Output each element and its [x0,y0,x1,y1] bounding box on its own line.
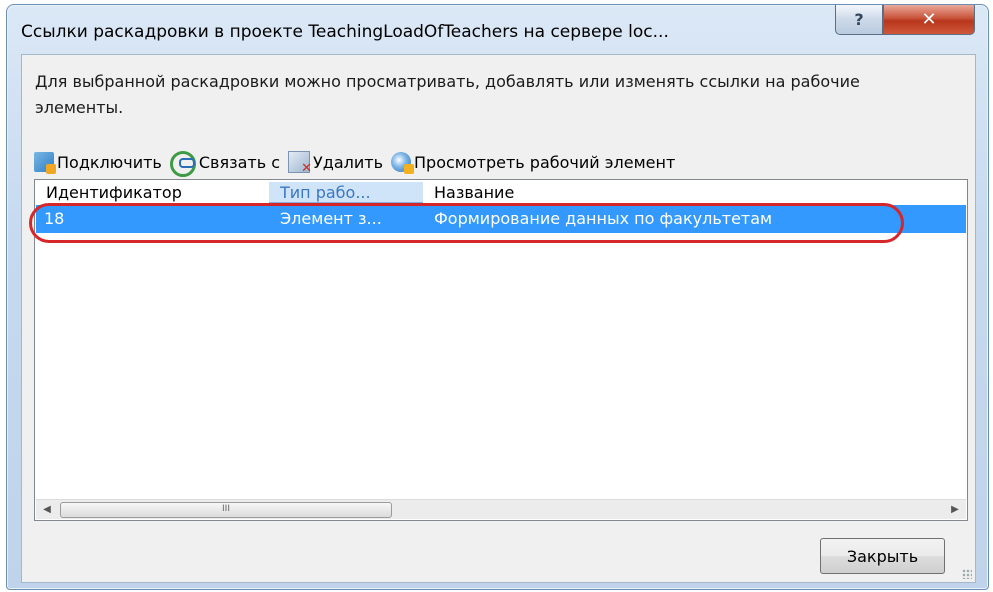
column-headers: Идентификатор Тип рабо... Название [35,180,967,204]
dialog-body: Для выбранной раскадровки можно просматр… [21,54,976,583]
dialog-window: Ссылки раскадровки в проекте TeachingLoa… [6,4,989,590]
scroll-right-arrow-icon[interactable]: ▶ [946,502,964,517]
delete-button[interactable]: Удалить [288,151,384,176]
connect-icon [34,152,56,174]
connect-button[interactable]: Подключить [34,152,162,174]
link-to-label: Связать с [198,152,281,172]
scroll-thumb[interactable]: III [60,502,392,518]
horizontal-scrollbar[interactable]: ◀ III ▶ [36,499,966,519]
column-header-type[interactable]: Тип рабо... [269,182,423,204]
link-icon [169,151,196,177]
scroll-left-arrow-icon[interactable]: ◀ [38,502,56,517]
close-button[interactable]: Закрыть [820,538,945,574]
resize-grip-icon[interactable] [962,569,972,579]
row-name-cell: Формирование данных по факультетам [434,209,773,228]
toolbar: Подключить Связать с Удалить Просмотреть… [34,147,683,177]
title-bar[interactable]: Ссылки раскадровки в проекте TeachingLoa… [7,5,988,53]
column-header-name[interactable]: Название [423,182,723,204]
table-row[interactable]: 18 Элемент з... Формирование данных по ф… [36,205,966,233]
links-list[interactable]: Идентификатор Тип рабо... Название 18 Эл… [29,179,968,521]
delete-label: Удалить [313,152,384,172]
view-work-item-button[interactable]: Просмотреть рабочий элемент [391,152,676,174]
delete-icon [288,151,312,176]
view-work-item-label: Просмотреть рабочий элемент [414,152,676,172]
row-id-cell: 18 [44,209,65,228]
view-work-item-icon [391,152,415,174]
window-close-button[interactable]: ✕ [883,5,975,35]
description-text: Для выбранной раскадровки можно просматр… [35,72,860,117]
link-to-button[interactable]: Связать с [169,147,281,177]
window-title: Ссылки раскадровки в проекте TeachingLoa… [21,22,669,42]
column-header-id[interactable]: Идентификатор [35,182,269,204]
help-button[interactable]: ? [835,5,883,35]
row-type-cell: Элемент з... [280,209,382,228]
connect-label: Подключить [57,152,162,172]
